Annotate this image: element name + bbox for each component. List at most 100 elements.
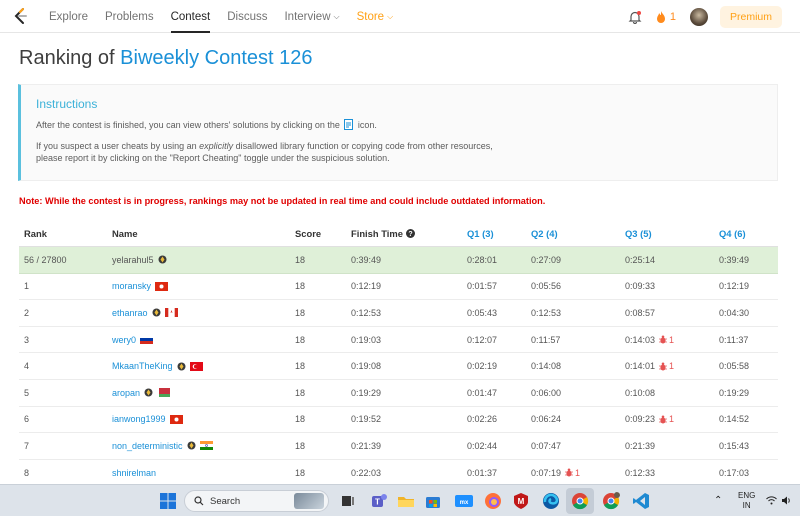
q4-time-cell[interactable]: 0:15:43 (719, 433, 749, 459)
vscode-icon[interactable] (632, 492, 650, 510)
nav-explore[interactable]: Explore (49, 0, 88, 33)
nav-discuss[interactable]: Discuss (227, 0, 267, 33)
avatar[interactable] (689, 7, 708, 26)
premium-button[interactable]: Premium (719, 5, 782, 28)
username-link[interactable]: aropan (112, 388, 140, 398)
q2-time: 0:07:47 (531, 440, 562, 451)
cheat-report-badge[interactable]: 1 (565, 468, 580, 478)
language-indicator[interactable]: ENG IN (738, 491, 755, 511)
rank-cell: 1 (24, 281, 30, 292)
edge-icon[interactable] (542, 492, 560, 510)
q4-time-cell[interactable]: 0:04:30 (719, 300, 749, 326)
notification-bell-icon[interactable] (628, 10, 642, 24)
q2-time-cell[interactable]: 0:06:24 (531, 407, 561, 433)
contest-link[interactable]: Biweekly Contest 126 (120, 47, 312, 69)
q1-time-cell[interactable]: 0:02:44 (467, 433, 497, 459)
q4-time-cell[interactable]: 0:12:19 (719, 274, 749, 300)
q2-time-cell[interactable]: 0:07:19 1 (531, 460, 580, 486)
rank-cell: 3 (24, 334, 30, 345)
cheat-report-badge[interactable]: 1 (659, 361, 674, 371)
mxplayer-icon[interactable]: mx (455, 492, 473, 510)
taskbar-search[interactable]: Search (184, 490, 329, 512)
streak-counter[interactable]: 1 (656, 10, 676, 23)
task-view-icon[interactable] (339, 492, 357, 510)
speaker-icon[interactable] (781, 496, 791, 505)
q4-time-cell[interactable]: 0:17:03 (719, 460, 749, 486)
q3-time-cell[interactable]: 0:09:23 1 (625, 407, 674, 433)
microsoft-store-icon[interactable] (424, 492, 442, 510)
q3-time-cell[interactable]: 0:09:33 (625, 274, 655, 300)
chrome-icon[interactable] (571, 492, 589, 510)
ranking-rows: 56 / 27800 yelarahul5 18 0:39:49 0:28:01 0:27… (19, 247, 778, 487)
q2-time-cell[interactable]: 0:27:09 (531, 247, 561, 273)
username-link[interactable]: ianwong1999 (112, 414, 166, 424)
q3-time-cell[interactable]: 0:14:01 1 (625, 353, 674, 379)
q4-time-cell[interactable]: 0:19:29 (719, 380, 749, 406)
tray-chevron-up-icon[interactable]: ⌃ (714, 495, 722, 506)
mcafee-icon[interactable]: M (512, 492, 530, 510)
teams-icon[interactable]: T (370, 492, 388, 510)
q3-time-cell[interactable]: 0:08:57 (625, 300, 655, 326)
firefox-icon[interactable] (484, 492, 502, 510)
q3-time-cell[interactable]: 0:12:33 (625, 460, 655, 486)
q1-time: 0:12:07 (467, 334, 498, 345)
q3-time-cell[interactable]: 0:10:08 (625, 380, 655, 406)
windows-start-icon[interactable] (159, 492, 177, 510)
q2-time-cell[interactable]: 0:06:00 (531, 380, 561, 406)
header-q4[interactable]: Q4 (6) (719, 221, 746, 246)
header-q3[interactable]: Q3 (5) (625, 221, 652, 246)
finish-time-cell: 0:19:29 (351, 387, 382, 398)
username-link[interactable]: wery0 (112, 335, 136, 345)
search-highlight-icon (294, 493, 324, 509)
q1-time-cell[interactable]: 0:01:37 (467, 460, 497, 486)
q1-time-cell[interactable]: 0:02:26 (467, 407, 497, 433)
q4-time-cell[interactable]: 0:11:37 (719, 327, 748, 353)
nav-interview[interactable]: Interview ⌵ (284, 0, 339, 33)
q2-time-cell[interactable]: 0:11:57 (531, 327, 560, 353)
q2-time-cell[interactable]: 0:07:47 (531, 433, 561, 459)
q3-time-cell[interactable]: 0:14:03 1 (625, 327, 674, 353)
table-row: 4 MkaanTheKing 18 0:19:08 0:02:19 0:14:08 0:14… (19, 353, 778, 380)
q4-time-cell[interactable]: 0:14:52 (719, 407, 749, 433)
rank-cell: 5 (24, 387, 30, 398)
name-cell: moransky (112, 274, 169, 300)
q4-time-cell[interactable]: 0:05:58 (719, 353, 749, 379)
chrome-profile-icon[interactable] (602, 492, 620, 510)
wifi-icon[interactable] (766, 496, 777, 505)
file-explorer-icon[interactable] (397, 492, 415, 510)
score-cell: 18 (295, 334, 306, 345)
username-link[interactable]: ethanrao (112, 308, 148, 318)
score-cell: 18 (295, 440, 306, 451)
username-link[interactable]: yelarahul5 (112, 255, 154, 265)
cheat-report-badge[interactable]: 1 (659, 335, 674, 345)
help-icon[interactable]: ? (405, 229, 415, 238)
username-link[interactable]: shnirelman (112, 468, 156, 478)
header-q1[interactable]: Q1 (3) (467, 221, 494, 246)
q2-time-cell[interactable]: 0:05:56 (531, 274, 561, 300)
q1-time-cell[interactable]: 0:12:07 (467, 327, 497, 353)
username-link[interactable]: non_deterministic (112, 441, 183, 451)
nav-store[interactable]: Store ⌵ (357, 0, 394, 33)
username-link[interactable]: moransky (112, 281, 151, 291)
finish-time-cell: 0:19:08 (351, 361, 382, 372)
q1-time-cell[interactable]: 0:01:47 (467, 380, 497, 406)
q1-time-cell[interactable]: 0:05:43 (467, 300, 497, 326)
q2-time-cell[interactable]: 0:14:08 (531, 353, 561, 379)
q1-time-cell[interactable]: 0:01:57 (467, 274, 497, 300)
q4-time-cell[interactable]: 0:39:49 (719, 247, 749, 273)
q1-time: 0:01:57 (467, 281, 498, 292)
my-ranking-row: 56 / 27800 yelarahul5 18 0:39:49 0:28:01 0:27… (19, 247, 778, 274)
q2-time: 0:14:08 (531, 361, 562, 372)
nav-contest[interactable]: Contest (170, 0, 210, 33)
nav-problems[interactable]: Problems (105, 0, 154, 33)
q1-time-cell[interactable]: 0:28:01 (467, 247, 497, 273)
leetcode-logo-icon[interactable] (12, 7, 30, 25)
username-link[interactable]: MkaanTheKing (112, 361, 173, 371)
cheat-report-badge[interactable]: 1 (659, 414, 674, 424)
q3-time-cell[interactable]: 0:21:39 (625, 433, 655, 459)
q2-time-cell[interactable]: 0:12:53 (531, 300, 561, 326)
q3-time-cell[interactable]: 0:25:14 (625, 247, 655, 273)
name-cell: MkaanTheKing (112, 353, 203, 379)
header-q2[interactable]: Q2 (4) (531, 221, 558, 246)
q1-time-cell[interactable]: 0:02:19 (467, 353, 497, 379)
